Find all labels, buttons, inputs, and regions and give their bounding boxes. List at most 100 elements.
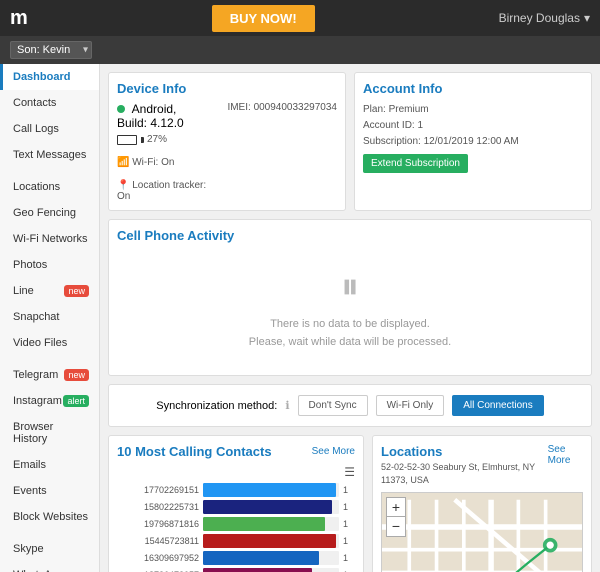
bottom-row: 10 Most Calling Contacts See More ☰ 1770… — [108, 435, 592, 572]
sidebar-item-wifi-networks[interactable]: Wi-Fi Networks — [0, 226, 99, 252]
wifi-status: 📶 Wi-Fi: On — [117, 157, 174, 168]
account-info-title: Account Info — [363, 81, 583, 96]
bar-value: 1 — [343, 519, 355, 529]
user-chevron-icon: ▾ — [584, 11, 590, 25]
sidebar-label-telegram: Telegram — [13, 369, 58, 381]
sidebar-item-instagram[interactable]: Instagram alert — [0, 388, 99, 414]
sidebar-label-geo-fencing: Geo Fencing — [13, 207, 76, 219]
cell-phone-activity-title: Cell Phone Activity — [117, 228, 583, 243]
sidebar-item-locations[interactable]: Locations — [0, 174, 99, 200]
subscription-value: 12/01/2019 12:00 AM — [424, 136, 519, 147]
no-data-text-line2: Please, wait while data will be processe… — [133, 334, 567, 352]
account-id-label: Account ID: — [363, 120, 415, 131]
sidebar-badge-line: new — [64, 285, 89, 297]
sidebar-label-video-files: Video Files — [13, 337, 67, 349]
sidebar-badge-instagram: alert — [63, 395, 89, 407]
device-os: Android, Build: 4.12.0 — [117, 102, 184, 130]
map-card-header: Locations 52-02-52-30 Seabury St, Elmhur… — [381, 444, 583, 486]
logo: m — [10, 7, 28, 30]
device-info-details: Android, Build: 4.12.0 27% 📶 Wi-Fi: On 📍… — [117, 102, 337, 202]
sidebar-item-video-files[interactable]: Video Files — [0, 330, 99, 356]
sidebar-item-call-logs[interactable]: Call Logs — [0, 116, 99, 142]
sidebar-item-block-websites[interactable]: Block Websites — [0, 504, 99, 530]
sidebar-item-skype[interactable]: Skype — [0, 536, 99, 562]
sidebar-label-call-logs: Call Logs — [13, 123, 59, 135]
device-info-card: Device Info Android, Build: 4.12.0 27% — [108, 72, 346, 211]
bar-track — [203, 517, 339, 531]
bar-row: 197968718161 — [117, 517, 355, 531]
map-zoom-out-button[interactable]: − — [386, 517, 406, 537]
account-info-details: Plan: Premium Account ID: 1 Subscription… — [363, 102, 583, 150]
extend-subscription-button[interactable]: Extend Subscription — [363, 154, 468, 173]
bar-fill — [203, 483, 336, 497]
sidebar-item-dashboard[interactable]: Dashboard — [0, 64, 99, 90]
sidebar-label-dashboard: Dashboard — [13, 71, 70, 83]
header: m BUY NOW! Birney Douglas ▾ — [0, 0, 600, 36]
sync-all-connections-button[interactable]: All Connections — [452, 395, 543, 416]
map-controls: + − — [386, 497, 406, 537]
bar-value: 1 — [343, 536, 355, 546]
sidebar-item-telegram[interactable]: Telegram new — [0, 362, 99, 388]
user-name: Birney Douglas — [499, 11, 580, 25]
bar-value: 1 — [343, 485, 355, 495]
sidebar-item-line[interactable]: Line new — [0, 278, 99, 304]
plan-value: Premium — [389, 104, 429, 115]
sub-header: Son: Kevin ▾ — [0, 36, 600, 64]
bar-row: 158022257311 — [117, 500, 355, 514]
main-layout: Dashboard Contacts Call Logs Text Messag… — [0, 64, 600, 572]
sidebar-label-block-websites: Block Websites — [13, 511, 88, 523]
map-zoom-in-button[interactable]: + — [386, 497, 406, 517]
chart-menu-icon[interactable]: ☰ — [117, 465, 355, 479]
bar-track — [203, 534, 339, 548]
main-content: Device Info Android, Build: 4.12.0 27% — [100, 64, 600, 572]
sidebar-item-events[interactable]: Events — [0, 478, 99, 504]
sidebar-label-snapchat: Snapchat — [13, 311, 59, 323]
bar-track — [203, 483, 339, 497]
locations-title: Locations — [381, 444, 548, 459]
sidebar-item-text-messages[interactable]: Text Messages — [0, 142, 99, 168]
bar-row: 163096979521 — [117, 551, 355, 565]
buy-now-button[interactable]: BUY NOW! — [212, 5, 315, 32]
user-menu[interactable]: Birney Douglas ▾ — [499, 11, 590, 25]
battery-icon — [117, 135, 137, 145]
son-selector[interactable]: Son: Kevin — [10, 41, 92, 59]
bar-fill — [203, 568, 312, 572]
sync-wifi-only-button[interactable]: Wi-Fi Only — [376, 395, 445, 416]
bar-row: 177022691511 — [117, 483, 355, 497]
locations-see-more-link[interactable]: See More — [548, 444, 583, 466]
battery-cap-icon — [141, 137, 144, 143]
sidebar-item-whatsapp[interactable]: WhatsApp — [0, 562, 99, 572]
sidebar-item-browser-history[interactable]: Browser History — [0, 414, 99, 452]
calling-contacts-title: 10 Most Calling Contacts — [117, 444, 272, 459]
bar-value: 1 — [343, 553, 355, 563]
sidebar-label-line: Line — [13, 285, 34, 297]
plan-label: Plan: — [363, 104, 386, 115]
sidebar-item-photos[interactable]: Photos — [0, 252, 99, 278]
sidebar-item-contacts[interactable]: Contacts — [0, 90, 99, 116]
sync-info-icon[interactable]: ℹ — [285, 399, 289, 412]
sidebar-item-snapchat[interactable]: Snapchat — [0, 304, 99, 330]
sync-dont-sync-button[interactable]: Don't Sync — [298, 395, 368, 416]
sidebar-label-instagram: Instagram — [13, 395, 62, 407]
sidebar-item-emails[interactable]: Emails — [0, 452, 99, 478]
bar-value: 1 — [343, 502, 355, 512]
sidebar-label-emails: Emails — [13, 459, 46, 471]
subscription-label: Subscription: — [363, 136, 421, 147]
map-svg — [382, 493, 582, 572]
sidebar-badge-telegram: new — [64, 369, 89, 381]
bar-track — [203, 551, 339, 565]
bar-fill — [203, 551, 319, 565]
calling-see-more-link[interactable]: See More — [312, 446, 355, 457]
bar-chart: 177022691511 158022257311 197968718161 1544… — [117, 483, 355, 572]
bar-row: 187364720571 — [117, 568, 355, 572]
sync-label: Synchronization method: — [156, 400, 277, 412]
sidebar-item-geo-fencing[interactable]: Geo Fencing — [0, 200, 99, 226]
sidebar-label-text-messages: Text Messages — [13, 149, 86, 161]
bar-row: 154457238111 — [117, 534, 355, 548]
map-info: Locations 52-02-52-30 Seabury St, Elmhur… — [381, 444, 548, 486]
device-info-title: Device Info — [117, 81, 337, 96]
sidebar-label-locations: Locations — [13, 181, 60, 193]
battery-indicator: 27% — [117, 134, 167, 145]
map-container[interactable]: + − — [381, 492, 583, 572]
calling-contacts-card: 10 Most Calling Contacts See More ☰ 1770… — [108, 435, 364, 572]
